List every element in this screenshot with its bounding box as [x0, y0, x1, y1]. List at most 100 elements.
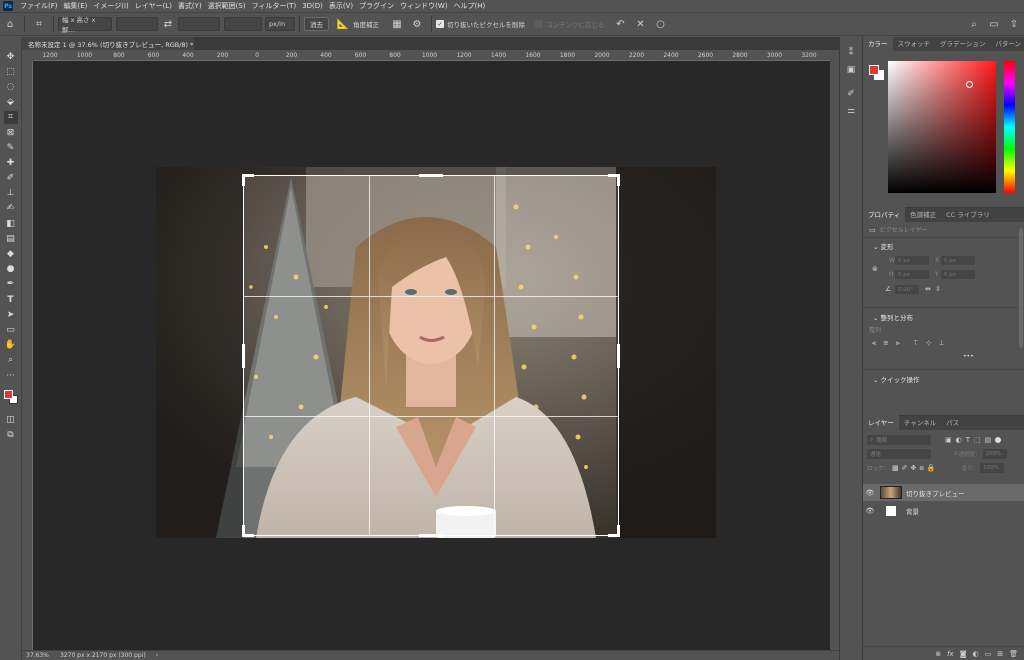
share-icon[interactable]: ⇪	[1006, 16, 1022, 32]
brush-settings-icon[interactable]: ✐	[844, 88, 858, 100]
layer-kind-filter[interactable]: ⌕ 種類	[867, 435, 931, 445]
visibility-eye-icon[interactable]: 👁	[863, 507, 877, 515]
color-swatches[interactable]	[3, 389, 19, 407]
flip-horizontal-icon[interactable]: ⇹	[925, 285, 931, 293]
chevron-down-icon[interactable]: ⌄	[873, 376, 881, 384]
marquee-icon[interactable]: ⬚	[4, 65, 18, 78]
path-select-icon[interactable]: ➤	[4, 308, 18, 321]
chevron-down-icon[interactable]: ⌄	[873, 314, 881, 322]
menu-edit[interactable]: 編集(E)	[61, 1, 91, 11]
tab-patterns[interactable]: パターン	[990, 36, 1024, 51]
lock-transparency-icon[interactable]: ▩	[892, 464, 899, 472]
quick-actions-title[interactable]: ⌄ クイック操作	[863, 374, 1024, 384]
layer-row-crop-preview[interactable]: 👁 切り抜きプレビュー	[863, 484, 1024, 501]
height-field[interactable]: 0 px	[895, 270, 929, 279]
menu-file[interactable]: ファイル(F)	[17, 1, 61, 11]
menu-filter[interactable]: フィルター(T)	[249, 1, 300, 11]
zoom-icon[interactable]: ⌕	[4, 354, 18, 367]
type-icon[interactable]: T	[4, 293, 18, 306]
quick-mask-icon[interactable]: ◫	[4, 413, 18, 426]
align-center-h-icon[interactable]: ≡	[883, 339, 889, 348]
tab-paths[interactable]: パス	[941, 415, 964, 430]
status-menu-arrow[interactable]: ›	[156, 652, 158, 659]
content-aware-checkbox[interactable]	[535, 20, 543, 28]
panel-toggle-icon[interactable]: ⁑	[844, 47, 858, 59]
filter-shape-icon[interactable]: ⬚	[974, 436, 981, 444]
new-layer-icon[interactable]: ⊞	[997, 650, 1003, 658]
frame-icon[interactable]: ⊠	[4, 126, 18, 139]
fill-field[interactable]: 100%	[980, 463, 1005, 473]
grid-overlay-icon[interactable]: ▦	[389, 16, 405, 32]
menu-type[interactable]: 書式(Y)	[175, 1, 205, 11]
filter-smart-icon[interactable]: ▤	[985, 436, 992, 444]
straighten-icon[interactable]: 📐	[335, 16, 351, 32]
swap-icon[interactable]: ⇄	[160, 16, 176, 32]
foreground-color-chip[interactable]	[869, 65, 879, 75]
crop-handle-right[interactable]	[617, 344, 620, 368]
crop-width-field[interactable]	[116, 17, 158, 31]
menu-help[interactable]: ヘルプ(H)	[451, 1, 489, 11]
crop-handle-left[interactable]	[242, 344, 245, 368]
horizontal-ruler[interactable]: 1200 1000 800 600 400 200 0 200 400 600 800 1000 120…	[33, 50, 830, 61]
lock-all-icon[interactable]: 🔒	[927, 464, 936, 472]
blend-mode-select[interactable]: 通常	[867, 449, 931, 459]
cancel-icon[interactable]: ✕	[633, 16, 649, 32]
crop-handle-top-right[interactable]	[617, 174, 620, 186]
fx-icon[interactable]: fx	[947, 650, 954, 658]
x-field[interactable]: 0 px	[941, 256, 975, 265]
tab-gradients[interactable]: グラデーション	[935, 36, 990, 51]
menu-plugins[interactable]: プラグイン	[356, 1, 397, 11]
lock-artboard-icon[interactable]: ⧈	[919, 464, 923, 473]
more-options-icon[interactable]: •••	[963, 353, 974, 360]
history-brush-icon[interactable]: ✍	[4, 202, 18, 215]
foreground-color-swatch[interactable]	[3, 390, 13, 400]
tab-properties[interactable]: プロパティ	[863, 207, 906, 222]
stamp-icon[interactable]: ⊥	[4, 187, 18, 200]
color-picker-ring[interactable]	[966, 81, 973, 88]
y-field[interactable]: 0 px	[941, 270, 975, 279]
menu-window[interactable]: ウィンドウ(W)	[397, 1, 450, 11]
crop-icon[interactable]: ⌗	[3, 110, 18, 124]
adjust-icon[interactable]: ⚌	[844, 105, 858, 117]
tab-layers[interactable]: レイヤー	[863, 415, 899, 430]
align-right-icon[interactable]: ⫸	[896, 339, 900, 348]
tab-adjustments[interactable]: 色調補正	[905, 207, 941, 222]
zoom-level[interactable]: 37.63%	[22, 652, 56, 659]
lock-position-icon[interactable]: ✥	[911, 464, 917, 472]
filter-type-icon[interactable]: T	[966, 436, 970, 444]
tab-swatches[interactable]: スウォッチ	[893, 36, 936, 51]
menu-layer[interactable]: レイヤー(L)	[132, 1, 175, 11]
trash-icon[interactable]: 🗑	[1009, 650, 1018, 658]
app-logo[interactable]: Ps	[3, 1, 13, 11]
rectangle-icon[interactable]: ▭	[4, 323, 18, 336]
tab-cc-libraries[interactable]: CC ライブラリ	[941, 207, 995, 222]
new-group-icon[interactable]: ▭	[985, 650, 992, 658]
menu-3d[interactable]: 3D(D)	[299, 2, 326, 10]
filter-toggle-icon[interactable]	[995, 437, 1002, 443]
pen-icon[interactable]: ✒	[4, 278, 18, 291]
layer-row-background[interactable]: 👁 背景	[863, 502, 1024, 519]
tab-color[interactable]: カラー	[863, 36, 893, 51]
crop-handle-top[interactable]	[419, 174, 443, 177]
visibility-eye-icon[interactable]: 👁	[863, 489, 877, 497]
flip-vertical-icon[interactable]: ⇳	[935, 285, 941, 293]
more-tools-icon[interactable]: ···	[4, 369, 18, 382]
adjustment-layer-icon[interactable]: ◐	[973, 650, 979, 658]
blur-icon[interactable]: ◆	[4, 248, 18, 261]
document-tab[interactable]: 名称未設定 1 @ 37.6% (切り抜きプレビュー, RGB/8) * ×	[22, 37, 205, 50]
screen-mode-icon[interactable]: ⧉	[4, 428, 18, 441]
move-icon[interactable]: ✥	[4, 50, 18, 63]
align-bottom-icon[interactable]: ⊥	[939, 339, 945, 348]
crop-height-field[interactable]	[178, 17, 220, 31]
crop-handle-top-left[interactable]	[242, 174, 245, 186]
align-middle-icon[interactable]: ⊹	[926, 339, 932, 348]
vertical-ruler[interactable]	[22, 61, 33, 650]
align-title[interactable]: ⌄ 整列と分布	[863, 312, 1024, 322]
dodge-icon[interactable]: ●	[4, 263, 18, 276]
commit-icon[interactable]: ○	[653, 16, 669, 32]
delete-cropped-checkbox[interactable]: ✓	[436, 20, 444, 28]
align-top-icon[interactable]: ⊤	[913, 339, 919, 348]
clear-button[interactable]: 消去	[304, 17, 329, 31]
straighten-label[interactable]: 角度補正	[353, 19, 379, 29]
workspace-icon[interactable]: ▭	[986, 16, 1002, 32]
